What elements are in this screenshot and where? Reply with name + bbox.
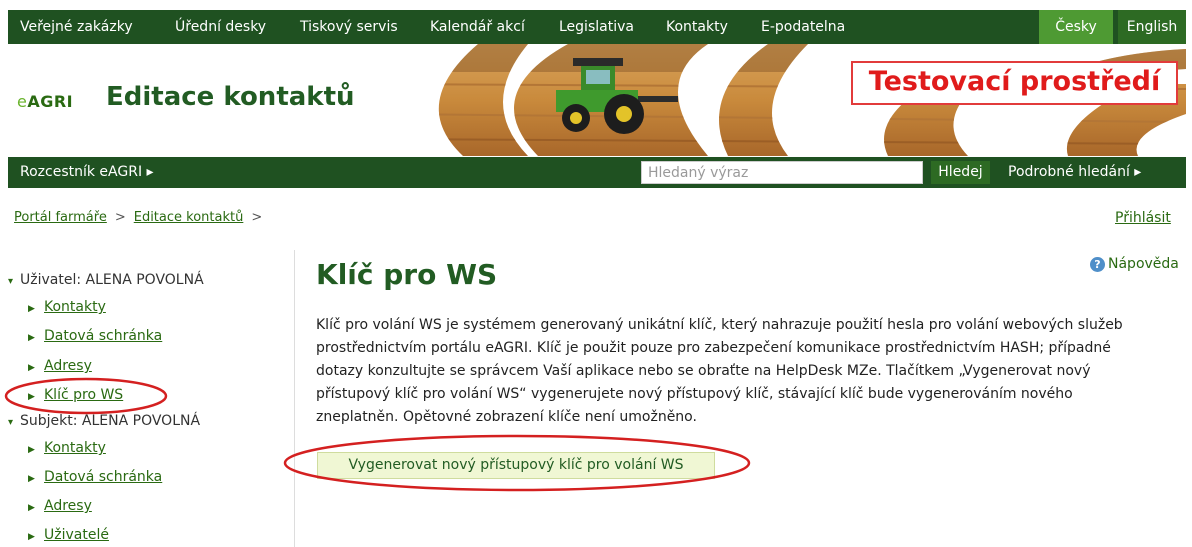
sidebar-item-subject-kontakty[interactable]: ▶ Kontakty [28, 440, 106, 456]
arrow-right-icon: ▶ [28, 304, 35, 314]
arrow-right-icon: ▶ [28, 363, 35, 373]
arrow-right-icon: ▸ [146, 164, 154, 180]
rozcestnik-label: Rozcestník eAGRI [20, 164, 143, 180]
search-button[interactable]: Hledej [931, 161, 990, 184]
advanced-search-label: Podrobné hledání [1008, 164, 1130, 180]
language-czech[interactable]: Česky [1039, 10, 1113, 44]
rozcestnik-link[interactable]: Rozcestník eAGRI ▸ [8, 157, 188, 188]
nav-e-podatelna[interactable]: E-podatelna [761, 10, 845, 44]
sidebar-user-header-label: Uživatel: ALENA POVOLNÁ [20, 272, 204, 288]
sidebar-subject-header[interactable]: ▾ Subjekt: ALENA POVOLNÁ [8, 413, 200, 429]
nav-legislativa[interactable]: Legislativa [559, 10, 634, 44]
sidebar-item-label: Datová schránka [44, 469, 163, 485]
breadcrumb-portal-farmare[interactable]: Portál farmáře [14, 210, 107, 225]
logo-text: AGRI [27, 92, 74, 111]
sidebar-item-label: Uživatelé [44, 527, 109, 543]
sidebar-item-label: Kontakty [44, 299, 106, 315]
sidebar-item-datova-schranka[interactable]: ▶ Datová schránka [28, 328, 162, 344]
secondary-bar: Rozcestník eAGRI ▸ Hledej Podrobné hledá… [8, 157, 1186, 188]
breadcrumb-separator: > [251, 210, 263, 225]
logo-prefix: e [17, 92, 28, 111]
nav-tiskovy-servis[interactable]: Tiskový servis [300, 10, 398, 44]
help-link[interactable]: ? Nápověda [1090, 256, 1179, 272]
sidebar-item-uzivatele[interactable]: ▶ Uživatelé [28, 527, 109, 543]
login-link[interactable]: Přihlásit [1115, 210, 1171, 226]
sidebar-item-subject-datova-schranka[interactable]: ▶ Datová schránka [28, 469, 162, 485]
top-navigation: Veřejné zakázky Úřední desky Tiskový ser… [8, 10, 1186, 44]
sidebar-item-klic-pro-ws[interactable]: ▶ Klíč pro WS [28, 387, 123, 403]
sidebar-item-label: Adresy [44, 358, 92, 374]
arrow-right-icon: ▶ [28, 392, 35, 402]
nav-verejne-zakazky[interactable]: Veřejné zakázky [20, 10, 133, 44]
arrow-right-icon: ▶ [28, 445, 35, 455]
breadcrumb-editace-kontaktu[interactable]: Editace kontaktů [134, 210, 244, 225]
advanced-search-link[interactable]: Podrobné hledání ▸ [1008, 157, 1141, 188]
sidebar-item-kontakty[interactable]: ▶ Kontakty [28, 299, 106, 315]
sidebar-item-label: Kontakty [44, 440, 106, 456]
arrow-right-icon: ▶ [28, 474, 35, 484]
header-banner: eAGRI Editace kontaktů Testovací prostře… [8, 44, 1186, 156]
description-text: Klíč pro volání WS je systémem generovan… [316, 317, 1123, 425]
breadcrumb-separator: > [114, 210, 126, 225]
page-header-title: Editace kontaktů [106, 82, 355, 112]
help-icon: ? [1090, 257, 1105, 272]
language-english[interactable]: English [1118, 10, 1186, 44]
arrow-right-icon: ▶ [28, 333, 35, 343]
arrow-right-icon: ▶ [28, 532, 35, 542]
page-title: Klíč pro WS [316, 258, 498, 291]
sidebar-subject-header-label: Subjekt: ALENA POVOLNÁ [20, 413, 201, 429]
generate-key-button[interactable]: Vygenerovat nový přístupový klíč pro vol… [317, 452, 715, 479]
help-label: Nápověda [1108, 256, 1179, 272]
arrow-right-icon: ▶ [28, 503, 35, 513]
breadcrumb: Portál farmáře > Editace kontaktů > [14, 210, 270, 225]
sidebar-item-subject-adresy[interactable]: ▶ Adresy [28, 498, 92, 514]
sidebar-item-label: Adresy [44, 498, 92, 514]
chevron-down-icon: ▾ [8, 417, 14, 428]
chevron-down-icon: ▾ [8, 276, 14, 287]
sidebar-divider [294, 250, 295, 547]
sidebar-item-label: Datová schránka [44, 328, 163, 344]
arrow-right-icon: ▸ [1134, 164, 1142, 180]
nav-kontakty[interactable]: Kontakty [666, 10, 728, 44]
sidebar-item-adresy[interactable]: ▶ Adresy [28, 358, 92, 374]
sidebar-user-header[interactable]: ▾ Uživatel: ALENA POVOLNÁ [8, 272, 204, 288]
eagri-logo[interactable]: eAGRI [17, 92, 73, 111]
sidebar-item-label: Klíč pro WS [44, 387, 124, 403]
nav-kalendar-akci[interactable]: Kalendář akcí [430, 10, 525, 44]
search-input[interactable] [641, 161, 923, 184]
test-environment-badge: Testovací prostředí [851, 61, 1178, 105]
nav-uredni-desky[interactable]: Úřední desky [175, 10, 266, 44]
